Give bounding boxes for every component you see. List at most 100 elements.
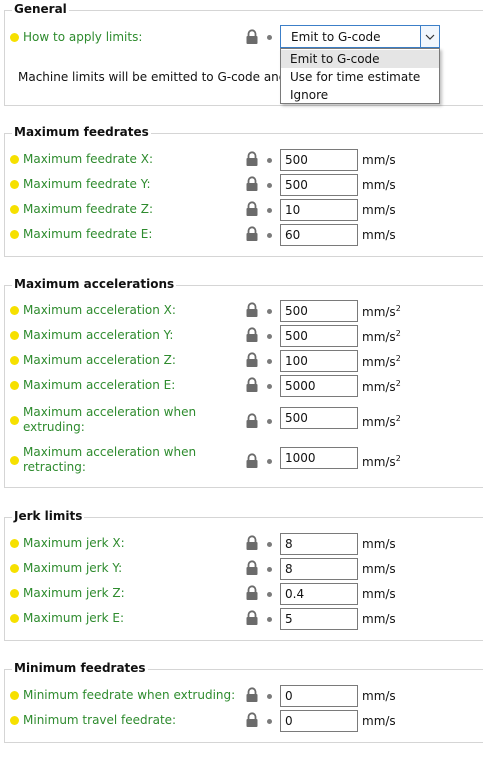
bullet-icon[interactable] xyxy=(267,694,272,699)
accel-y-input[interactable]: 500 xyxy=(280,325,358,347)
lock-icon[interactable] xyxy=(244,535,260,551)
select-value: Emit to G-code xyxy=(291,30,381,44)
jerk-e-row: Maximum jerk E: 5 mm/s xyxy=(0,607,478,631)
accel-x-input[interactable]: 500 xyxy=(280,300,358,322)
accel-x-row: Maximum acceleration X: 500 mm/s2 xyxy=(0,299,478,323)
bullet-icon[interactable] xyxy=(267,542,272,547)
chevron-down-icon[interactable] xyxy=(420,26,439,47)
min-extruding-label: Minimum feedrate when extruding: xyxy=(23,688,236,702)
unit-label: mm/s xyxy=(362,714,396,728)
lock-icon[interactable] xyxy=(244,302,260,318)
lock-icon[interactable] xyxy=(244,201,260,217)
accel-y-label: Maximum acceleration Y: xyxy=(23,328,174,342)
feedrate-z-label: Maximum feedrate Z: xyxy=(23,202,154,216)
accel-e-row: Maximum acceleration E: 5000 mm/s2 xyxy=(0,374,478,398)
accel-y-row: Maximum acceleration Y: 500 mm/s2 xyxy=(0,324,478,348)
accel-extruding-row: Maximum acceleration when extruding: 500 … xyxy=(0,405,478,437)
bullet-icon[interactable] xyxy=(267,592,272,597)
min-travel-row: Minimum travel feedrate: 0 mm/s xyxy=(0,709,478,733)
min-travel-input[interactable]: 0 xyxy=(280,710,358,732)
unit-label: mm/s2 xyxy=(362,329,401,344)
bullet-icon[interactable] xyxy=(267,35,272,40)
accel-z-input[interactable]: 100 xyxy=(280,350,358,372)
lock-icon[interactable] xyxy=(244,413,260,429)
bullet-icon[interactable] xyxy=(267,419,272,424)
accel-e-input[interactable]: 5000 xyxy=(280,375,358,397)
status-dot-icon xyxy=(10,205,19,214)
apply-limits-label: How to apply limits: xyxy=(23,30,143,44)
accel-z-label: Maximum acceleration Z: xyxy=(23,353,176,367)
unit-label: mm/s xyxy=(362,562,396,576)
status-dot-icon xyxy=(10,716,19,725)
bullet-icon[interactable] xyxy=(267,208,272,213)
lock-icon[interactable] xyxy=(244,453,260,469)
unit-label: mm/s2 xyxy=(362,304,401,319)
lock-icon[interactable] xyxy=(244,560,260,576)
bullet-icon[interactable] xyxy=(267,617,272,622)
status-dot-icon xyxy=(10,180,19,189)
lock-icon[interactable] xyxy=(244,610,260,626)
accel-retracting-row: Maximum acceleration when retracting: 100… xyxy=(0,445,478,477)
minimum-title: Minimum feedrates xyxy=(12,661,148,675)
feedrates-title: Maximum feedrates xyxy=(12,125,151,139)
lock-icon[interactable] xyxy=(244,327,260,343)
jerk-title: Jerk limits xyxy=(12,509,85,523)
accel-extruding-input[interactable]: 500 xyxy=(280,407,358,429)
bullet-icon[interactable] xyxy=(267,459,272,464)
lock-icon[interactable] xyxy=(244,29,260,45)
jerk-y-row: Maximum jerk Y: 8 mm/s xyxy=(0,557,478,581)
lock-icon[interactable] xyxy=(244,712,260,728)
bullet-icon[interactable] xyxy=(267,384,272,389)
lock-icon[interactable] xyxy=(244,226,260,242)
accel-x-label: Maximum acceleration X: xyxy=(23,303,176,317)
bullet-icon[interactable] xyxy=(267,158,272,163)
feedrate-x-label: Maximum feedrate X: xyxy=(23,152,154,166)
feedrate-y-input[interactable]: 500 xyxy=(280,174,358,196)
option-ignore[interactable]: Ignore xyxy=(281,86,439,104)
bullet-icon[interactable] xyxy=(267,334,272,339)
apply-limits-select[interactable]: Emit to G-code xyxy=(280,25,440,48)
accel-extruding-label: Maximum acceleration when extruding: xyxy=(23,405,197,434)
status-dot-icon xyxy=(10,331,19,340)
lock-icon[interactable] xyxy=(244,176,260,192)
lock-icon[interactable] xyxy=(244,151,260,167)
accelerations-title: Maximum accelerations xyxy=(12,277,177,291)
feedrate-e-input[interactable]: 60 xyxy=(280,224,358,246)
option-time-estimate[interactable]: Use for time estimate xyxy=(281,68,439,86)
bullet-icon[interactable] xyxy=(267,719,272,724)
status-dot-icon xyxy=(10,230,19,239)
unit-label: mm/s xyxy=(362,228,396,242)
bullet-icon[interactable] xyxy=(267,233,272,238)
bullet-icon[interactable] xyxy=(267,359,272,364)
unit-label: mm/s xyxy=(362,537,396,551)
bullet-icon[interactable] xyxy=(267,183,272,188)
jerk-e-input[interactable]: 5 xyxy=(280,608,358,630)
lock-icon[interactable] xyxy=(244,687,260,703)
jerk-y-input[interactable]: 8 xyxy=(280,558,358,580)
unit-label: mm/s xyxy=(362,689,396,703)
feedrate-z-input[interactable]: 10 xyxy=(280,199,358,221)
status-dot-icon xyxy=(10,33,19,42)
dropdown-menu: Emit to G-code Use for time estimate Ign… xyxy=(280,48,440,104)
accel-retracting-input[interactable]: 1000 xyxy=(280,447,358,469)
bullet-icon[interactable] xyxy=(267,567,272,572)
jerk-y-label: Maximum jerk Y: xyxy=(23,561,123,575)
lock-icon[interactable] xyxy=(244,377,260,393)
lock-icon[interactable] xyxy=(244,352,260,368)
feedrate-e-label: Maximum feedrate E: xyxy=(23,227,153,241)
feedrate-x-input[interactable]: 500 xyxy=(280,149,358,171)
min-extruding-input[interactable]: 0 xyxy=(280,685,358,707)
jerk-x-row: Maximum jerk X: 8 mm/s xyxy=(0,532,478,556)
bullet-icon[interactable] xyxy=(267,309,272,314)
jerk-x-label: Maximum jerk X: xyxy=(23,536,125,550)
lock-icon[interactable] xyxy=(244,585,260,601)
unit-label: mm/s xyxy=(362,587,396,601)
feedrate-y-row: Maximum feedrate Y: 500 mm/s xyxy=(0,173,478,197)
jerk-x-input[interactable]: 8 xyxy=(280,533,358,555)
status-dot-icon xyxy=(10,614,19,623)
feedrate-y-label: Maximum feedrate Y: xyxy=(23,177,151,191)
option-emit-gcode[interactable]: Emit to G-code xyxy=(281,50,439,68)
jerk-z-input[interactable]: 0.4 xyxy=(280,583,358,605)
status-dot-icon xyxy=(10,416,19,425)
accel-z-row: Maximum acceleration Z: 100 mm/s2 xyxy=(0,349,478,373)
